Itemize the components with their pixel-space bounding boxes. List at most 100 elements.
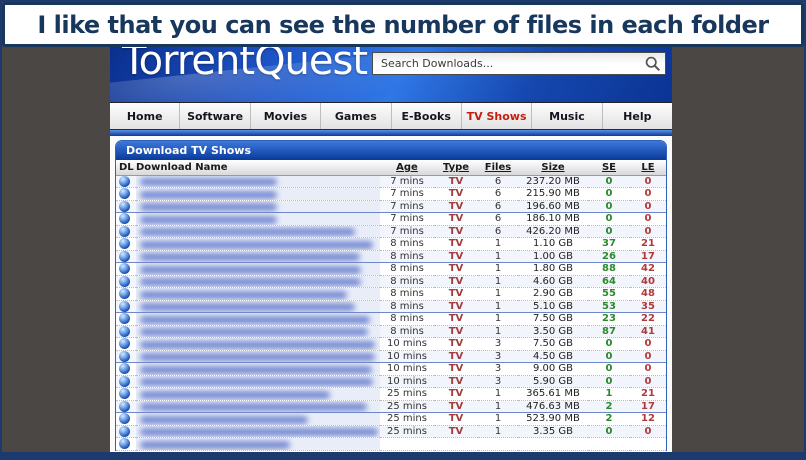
download-name-redacted[interactable] (140, 203, 277, 212)
download-name-redacted[interactable] (140, 315, 370, 324)
column-header-age: Age (380, 160, 434, 176)
download-name-redacted[interactable] (140, 228, 355, 237)
age-cell: 10 mins (380, 350, 434, 363)
nav-item[interactable]: Software (180, 103, 251, 129)
table-row: 7 mins TV 6 186.10 MB 0 0 (116, 212, 666, 225)
download-name-redacted[interactable] (140, 428, 378, 437)
sort-type-link[interactable]: Type (443, 162, 469, 173)
files-cell: 6 (478, 225, 518, 238)
type-cell: TV (434, 412, 478, 425)
sort-age-link[interactable]: Age (396, 162, 418, 173)
download-name-redacted[interactable] (140, 178, 277, 187)
nav-item[interactable]: Help (603, 103, 672, 129)
download-name-redacted[interactable] (140, 303, 355, 312)
download-name-redacted[interactable] (140, 328, 368, 337)
download-icon[interactable] (119, 388, 130, 399)
download-name-redacted[interactable] (140, 265, 361, 274)
age-cell: 7 mins (380, 200, 434, 213)
download-icon[interactable] (119, 200, 130, 212)
column-header-se: SE (588, 160, 630, 176)
age-cell: 8 mins (380, 300, 434, 313)
download-icon[interactable] (119, 325, 130, 337)
download-icon[interactable] (119, 413, 130, 424)
download-name-redacted[interactable] (140, 253, 360, 262)
age-cell: 8 mins (380, 237, 434, 250)
download-icon[interactable] (119, 363, 130, 374)
download-icon[interactable] (119, 288, 130, 299)
sort-size-link[interactable]: Size (541, 162, 564, 173)
sort-files-link[interactable]: Files (485, 162, 511, 173)
nav-item[interactable]: TV Shows (462, 103, 533, 129)
download-name-redacted[interactable] (140, 278, 361, 287)
download-name-redacted[interactable] (140, 440, 290, 449)
download-icon[interactable] (119, 375, 130, 387)
download-icon[interactable] (119, 213, 130, 224)
size-cell: 3.35 GB (518, 425, 588, 438)
download-name-redacted[interactable] (140, 403, 367, 412)
type-cell: TV (434, 200, 478, 213)
size-cell: 1.10 GB (518, 237, 588, 250)
seeders-cell: 53 (588, 300, 630, 313)
download-icon[interactable] (119, 188, 130, 199)
nav-item[interactable]: Home (110, 103, 181, 129)
name-cell (136, 175, 380, 188)
table-row (116, 437, 666, 450)
download-name-redacted[interactable] (140, 290, 347, 299)
download-name-redacted[interactable] (140, 390, 330, 399)
type-cell: TV (434, 262, 478, 275)
files-cell: 1 (478, 287, 518, 300)
download-icon[interactable] (119, 350, 130, 362)
download-icon[interactable] (119, 300, 130, 312)
download-icon[interactable] (119, 338, 130, 349)
age-cell: 25 mins (380, 400, 434, 413)
files-cell: 3 (478, 362, 518, 375)
download-name-redacted[interactable] (140, 353, 375, 362)
download-icon[interactable] (119, 225, 130, 237)
download-icon[interactable] (119, 250, 130, 262)
download-icon[interactable] (119, 425, 130, 437)
download-name-redacted[interactable] (140, 240, 373, 249)
files-cell: 6 (478, 187, 518, 200)
nav-underline-stripe (110, 129, 672, 136)
download-icon[interactable] (119, 263, 130, 274)
sort-leechers-link[interactable]: LE (641, 162, 654, 173)
age-cell: 7 mins (380, 212, 434, 225)
age-cell: 8 mins (380, 250, 434, 263)
nav-item[interactable]: Games (321, 103, 392, 129)
seeders-cell: 55 (588, 287, 630, 300)
download-name-redacted[interactable] (140, 340, 375, 349)
search-input[interactable] (372, 52, 666, 75)
download-name-redacted[interactable] (140, 415, 308, 424)
download-name-redacted[interactable] (140, 365, 372, 374)
download-icon[interactable] (119, 238, 130, 249)
dl-cell (116, 300, 136, 313)
sort-seeders-link[interactable]: SE (602, 162, 616, 173)
seeders-cell: 2 (588, 412, 630, 425)
download-name-redacted[interactable] (140, 378, 373, 387)
download-icon[interactable] (119, 313, 130, 324)
leechers-cell (630, 437, 666, 450)
dl-cell (116, 175, 136, 188)
search-icon[interactable] (644, 55, 661, 72)
dl-cell (116, 425, 136, 438)
download-icon[interactable] (119, 438, 130, 449)
seeders-cell: 0 (588, 187, 630, 200)
dl-cell (116, 337, 136, 350)
nav-item[interactable]: E-Books (392, 103, 462, 129)
nav-item[interactable]: Movies (251, 103, 322, 129)
leechers-cell: 42 (630, 262, 666, 275)
download-icon[interactable] (119, 400, 130, 412)
files-cell: 1 (478, 400, 518, 413)
download-icon[interactable] (119, 275, 130, 287)
size-cell: 476.63 MB (518, 400, 588, 413)
seeders-cell: 0 (588, 362, 630, 375)
site-logo[interactable]: TorrentQuest (122, 47, 368, 84)
download-name-redacted[interactable] (140, 190, 277, 199)
download-name-redacted[interactable] (140, 215, 277, 224)
nav-item[interactable]: Music (532, 103, 603, 129)
download-icon[interactable] (119, 175, 130, 187)
files-cell: 1 (478, 412, 518, 425)
type-cell: TV (434, 275, 478, 288)
name-cell (136, 200, 380, 213)
seeders-cell: 23 (588, 312, 630, 325)
